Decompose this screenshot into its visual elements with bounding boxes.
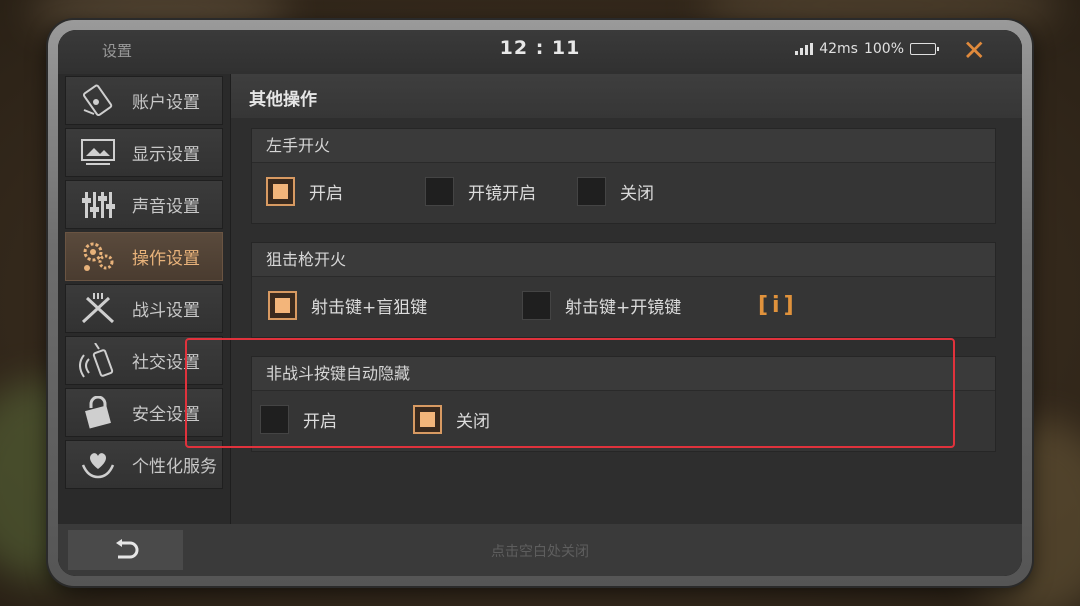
page-title: 其他操作	[249, 90, 317, 110]
highlight-box	[185, 338, 955, 448]
sidebar-item-sound[interactable]: 声音设置	[65, 180, 223, 229]
battery-icon	[910, 43, 939, 55]
sidebar-item-label: 声音设置	[132, 197, 200, 217]
ping-value: 42ms	[819, 41, 858, 57]
option-sniper-blind[interactable]: 射击键+盲狙键	[268, 291, 427, 320]
checkbox[interactable]	[425, 177, 454, 206]
checkbox[interactable]	[522, 291, 551, 320]
option-label: 射击键+盲狙键	[311, 298, 428, 318]
battle-guns-icon	[76, 289, 120, 329]
close-button[interactable]: ✕	[963, 34, 986, 68]
option-label: 开镜开启	[468, 184, 536, 204]
settings-content: 其他操作 左手开火 开启 开镜开启 关闭 狙击枪开火 射击键+盲狙键 射击键+开…	[230, 74, 1022, 524]
sidebar-item-battle[interactable]: 战斗设置	[65, 284, 223, 333]
close-hint[interactable]: 点击空白处关闭	[58, 541, 1022, 561]
security-lock-icon	[76, 393, 120, 433]
sidebar-item-label: 个性化服务	[132, 457, 217, 477]
settings-screen: 设置 12 : 11 42ms 100% ✕ 账户设置 显示设置 声音设置 操作…	[58, 30, 1022, 576]
section-sniper-fire: 狙击枪开火 射击键+盲狙键 射击键+开镜键 [i]	[251, 242, 996, 338]
option-left-fire-off[interactable]: 关闭	[577, 177, 654, 206]
tablet-frame: 设置 12 : 11 42ms 100% ✕ 账户设置 显示设置 声音设置 操作…	[48, 20, 1032, 586]
sidebar-item-label: 操作设置	[132, 249, 200, 269]
battery-percent: 100%	[863, 41, 904, 57]
option-left-fire-on[interactable]: 开启	[266, 177, 343, 206]
checkbox[interactable]	[577, 177, 606, 206]
sidebar-item-account[interactable]: 账户设置	[65, 76, 223, 125]
section-heading: 狙击枪开火	[252, 243, 995, 277]
controls-gear-icon	[76, 237, 120, 277]
social-radio-icon	[76, 341, 120, 381]
option-label: 开启	[309, 184, 343, 204]
settings-sidebar: 账户设置 显示设置 声音设置 操作设置 战斗设置 社交设置 安全设置 个性化服务	[58, 74, 230, 524]
sidebar-item-controls[interactable]: 操作设置	[65, 232, 223, 281]
sound-sliders-icon	[76, 185, 120, 225]
signal-icon	[795, 43, 814, 55]
option-sniper-scope[interactable]: 射击键+开镜键	[522, 291, 681, 320]
checkbox[interactable]	[266, 177, 295, 206]
status-bar: 设置 12 : 11 42ms 100% ✕	[58, 30, 1022, 74]
option-label: 关闭	[620, 184, 654, 204]
section-heading: 左手开火	[252, 129, 995, 163]
option-left-fire-scope[interactable]: 开镜开启	[425, 177, 536, 206]
status-indicators: 42ms 100%	[795, 41, 939, 57]
sidebar-item-label: 账户设置	[132, 93, 200, 113]
info-icon[interactable]: [i]	[758, 293, 798, 318]
sidebar-item-display[interactable]: 显示设置	[65, 128, 223, 177]
sidebar-item-label: 显示设置	[132, 145, 200, 165]
bottom-bar: 点击空白处关闭	[58, 524, 1022, 576]
account-phone-icon	[76, 81, 120, 121]
personalization-heart-icon	[76, 445, 120, 485]
option-label: 射击键+开镜键	[565, 298, 682, 318]
checkbox[interactable]	[268, 291, 297, 320]
sidebar-item-label: 战斗设置	[132, 301, 200, 321]
section-left-hand-fire: 左手开火 开启 开镜开启 关闭	[251, 128, 996, 224]
display-monitor-icon	[76, 133, 120, 173]
content-header: 其他操作	[231, 74, 1022, 118]
